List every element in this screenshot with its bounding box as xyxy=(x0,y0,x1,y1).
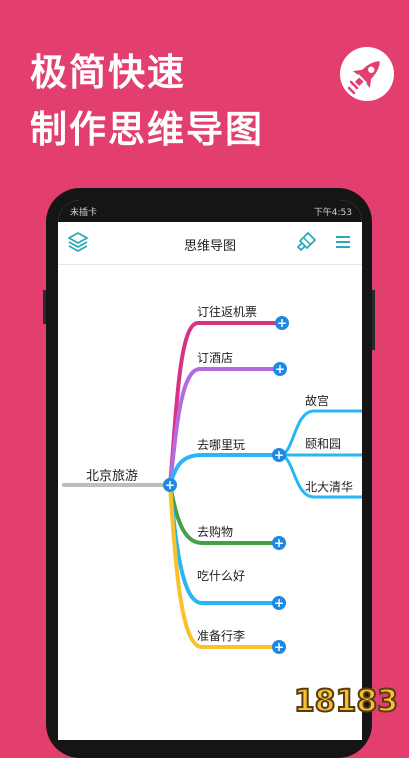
carrier-status: 未插卡 xyxy=(70,208,98,218)
add-node-button[interactable]: + xyxy=(272,596,286,610)
menu-icon[interactable] xyxy=(331,230,355,254)
app-toolbar: 思维导图 xyxy=(58,222,362,265)
branch-node[interactable]: 订酒店 xyxy=(197,349,233,366)
phone-volume-button xyxy=(43,290,46,324)
headline-line-2: 制作思维导图 xyxy=(30,108,264,151)
root-node[interactable]: 北京旅游 xyxy=(86,465,138,484)
svg-text:18183: 18183 xyxy=(294,684,398,719)
phone-screen: 未插卡 下午4:53 思维导图 北京旅游 订往返机票 订酒店 去哪里玩 去购物 … xyxy=(58,200,362,740)
sub-node[interactable]: 颐和园 xyxy=(305,435,341,452)
branch-node[interactable]: 订往返机票 xyxy=(197,303,257,320)
add-node-button[interactable]: + xyxy=(272,448,286,462)
sub-node[interactable]: 故宫 xyxy=(305,392,329,409)
sub-node[interactable]: 北大清华 xyxy=(305,478,353,495)
add-node-button[interactable]: + xyxy=(272,536,286,550)
branch-node[interactable]: 去购物 xyxy=(197,523,233,540)
branch-node[interactable]: 去哪里玩 xyxy=(197,436,245,453)
add-node-button[interactable]: + xyxy=(275,316,289,330)
brush-icon[interactable] xyxy=(294,230,318,254)
status-bar: 未插卡 下午4:53 xyxy=(58,200,362,222)
headline-line-1: 极简快速 xyxy=(30,51,186,94)
rocket-icon xyxy=(340,47,394,101)
branch-node[interactable]: 吃什么好 xyxy=(197,567,245,584)
watermark-logo: 18183 xyxy=(293,683,399,720)
add-node-button[interactable]: + xyxy=(273,362,287,376)
phone-power-button xyxy=(372,290,375,350)
add-node-button[interactable]: + xyxy=(272,640,286,654)
clock: 下午4:53 xyxy=(313,208,352,218)
branch-node[interactable]: 准备行李 xyxy=(197,627,245,644)
add-node-button[interactable]: + xyxy=(163,478,177,492)
